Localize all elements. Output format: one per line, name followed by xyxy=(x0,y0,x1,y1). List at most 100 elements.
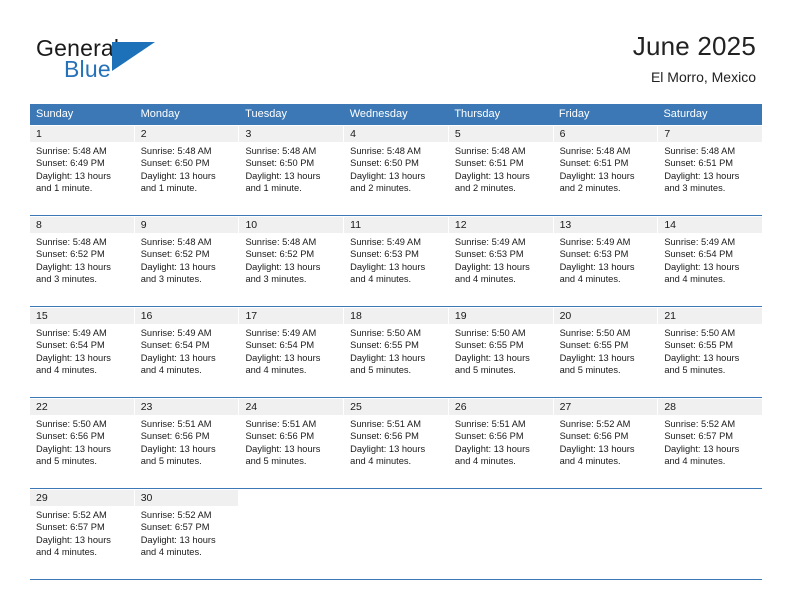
weekday-header-friday: Friday xyxy=(558,108,590,120)
day-cell[interactable]: 8 Sunrise: 5:48 AM Sunset: 6:52 PM Dayli… xyxy=(30,217,135,306)
day-cell[interactable]: 30 Sunrise: 5:52 AM Sunset: 6:57 PM Dayl… xyxy=(134,490,240,579)
daylight-text-line2: and 5 minutes. xyxy=(350,365,412,376)
day-number: 3 xyxy=(239,126,344,142)
calendar-week-row: 8 Sunrise: 5:48 AM Sunset: 6:52 PM Dayli… xyxy=(30,216,763,307)
sunrise-text: Sunrise: 5:49 AM xyxy=(559,237,631,247)
day-cell[interactable]: 22 Sunrise: 5:50 AM Sunset: 6:56 PM Dayl… xyxy=(30,399,135,488)
sunrise-text: Sunrise: 5:52 AM xyxy=(664,419,736,429)
day-cell[interactable]: 29 Sunrise: 5:52 AM Sunset: 6:57 PM Dayl… xyxy=(30,490,135,579)
sunrise-text: Sunrise: 5:51 AM xyxy=(350,419,421,429)
day-details: Sunrise: 5:51 AM Sunset: 6:56 PM Dayligh… xyxy=(239,415,343,468)
day-cell[interactable]: 25 Sunrise: 5:51 AM Sunset: 6:56 PM Dayl… xyxy=(344,399,449,488)
day-details: Sunrise: 5:50 AM Sunset: 6:56 PM Dayligh… xyxy=(30,415,134,468)
day-number: 14 xyxy=(658,217,763,233)
sunrise-text: Sunrise: 5:48 AM xyxy=(36,237,107,247)
daylight-text-line1: Daylight: 13 hours xyxy=(140,534,216,545)
day-number: 29 xyxy=(30,490,134,506)
sunset-text: Sunset: 6:54 PM xyxy=(664,249,734,260)
day-details: Sunrise: 5:51 AM Sunset: 6:56 PM Dayligh… xyxy=(135,415,239,468)
day-cell[interactable]: 7 Sunrise: 5:48 AM Sunset: 6:51 PM Dayli… xyxy=(658,126,763,215)
day-details: Sunrise: 5:52 AM Sunset: 6:57 PM Dayligh… xyxy=(30,506,134,559)
day-details: Sunrise: 5:48 AM Sunset: 6:52 PM Dayligh… xyxy=(135,233,239,286)
day-cell[interactable]: 20 Sunrise: 5:50 AM Sunset: 6:55 PM Dayl… xyxy=(553,308,659,397)
day-cell[interactable]: 13 Sunrise: 5:49 AM Sunset: 6:53 PM Dayl… xyxy=(553,217,659,306)
day-cell[interactable]: 1 Sunrise: 5:48 AM Sunset: 6:49 PM Dayli… xyxy=(30,126,135,215)
day-cell-empty xyxy=(658,490,763,579)
day-number: 2 xyxy=(134,126,239,142)
day-cell[interactable]: 5 Sunrise: 5:48 AM Sunset: 6:51 PM Dayli… xyxy=(448,126,554,215)
daylight-text-line1: Daylight: 13 hours xyxy=(350,170,426,181)
day-cell[interactable]: 16 Sunrise: 5:49 AM Sunset: 6:54 PM Dayl… xyxy=(134,308,240,397)
daylight-text-line2: and 1 minute. xyxy=(140,183,198,194)
calendar-week-row: 29 Sunrise: 5:52 AM Sunset: 6:57 PM Dayl… xyxy=(30,489,763,580)
day-details: Sunrise: 5:50 AM Sunset: 6:55 PM Dayligh… xyxy=(554,324,658,377)
day-details: Sunrise: 5:52 AM Sunset: 6:57 PM Dayligh… xyxy=(135,506,239,559)
sunrise-text: Sunrise: 5:51 AM xyxy=(140,419,212,429)
day-cell[interactable]: 19 Sunrise: 5:50 AM Sunset: 6:55 PM Dayl… xyxy=(448,308,554,397)
daylight-text-line1: Daylight: 13 hours xyxy=(664,443,740,454)
day-number: 19 xyxy=(448,308,553,324)
sunrise-text: Sunrise: 5:48 AM xyxy=(245,237,317,247)
day-cell[interactable]: 2 Sunrise: 5:48 AM Sunset: 6:50 PM Dayli… xyxy=(134,126,240,215)
day-cell[interactable]: 15 Sunrise: 5:49 AM Sunset: 6:54 PM Dayl… xyxy=(30,308,135,397)
daylight-text-line2: and 3 minutes. xyxy=(245,274,307,285)
day-number: 9 xyxy=(134,217,239,233)
brand-logo[interactable]: General Blue xyxy=(36,36,256,88)
day-cell[interactable]: 6 Sunrise: 5:48 AM Sunset: 6:51 PM Dayli… xyxy=(553,126,659,215)
day-cell[interactable]: 9 Sunrise: 5:48 AM Sunset: 6:52 PM Dayli… xyxy=(134,217,240,306)
sunrise-text: Sunrise: 5:48 AM xyxy=(664,146,736,156)
daylight-text-line1: Daylight: 13 hours xyxy=(245,261,321,272)
sunrise-text: Sunrise: 5:50 AM xyxy=(559,328,631,338)
day-cell[interactable]: 14 Sunrise: 5:49 AM Sunset: 6:54 PM Dayl… xyxy=(658,217,763,306)
day-cell[interactable]: 27 Sunrise: 5:52 AM Sunset: 6:56 PM Dayl… xyxy=(553,399,659,488)
day-details: Sunrise: 5:48 AM Sunset: 6:50 PM Dayligh… xyxy=(135,142,239,195)
weekday-header-saturday: Saturday xyxy=(663,108,708,120)
daylight-text-line1: Daylight: 13 hours xyxy=(559,443,635,454)
day-number: 24 xyxy=(239,399,344,415)
day-cell[interactable]: 26 Sunrise: 5:51 AM Sunset: 6:56 PM Dayl… xyxy=(448,399,554,488)
day-cell[interactable]: 3 Sunrise: 5:48 AM Sunset: 6:50 PM Dayli… xyxy=(239,126,345,215)
sunrise-text: Sunrise: 5:49 AM xyxy=(350,237,421,247)
day-cell[interactable]: 4 Sunrise: 5:48 AM Sunset: 6:50 PM Dayli… xyxy=(344,126,449,215)
day-cell[interactable]: 10 Sunrise: 5:48 AM Sunset: 6:52 PM Dayl… xyxy=(239,217,345,306)
day-cell[interactable]: 23 Sunrise: 5:51 AM Sunset: 6:56 PM Dayl… xyxy=(134,399,240,488)
daylight-text-line2: and 5 minutes. xyxy=(36,456,97,467)
daylight-text-line1: Daylight: 13 hours xyxy=(664,170,740,181)
day-number: 18 xyxy=(344,308,448,324)
daylight-text-line1: Daylight: 13 hours xyxy=(140,170,216,181)
day-number: 23 xyxy=(134,399,239,415)
sunset-text: Sunset: 6:53 PM xyxy=(350,249,419,260)
day-cell[interactable]: 11 Sunrise: 5:49 AM Sunset: 6:53 PM Dayl… xyxy=(344,217,449,306)
day-details: Sunrise: 5:51 AM Sunset: 6:56 PM Dayligh… xyxy=(449,415,553,468)
day-number xyxy=(448,490,553,506)
day-details: Sunrise: 5:50 AM Sunset: 6:55 PM Dayligh… xyxy=(658,324,762,377)
daylight-text-line1: Daylight: 13 hours xyxy=(454,352,530,363)
daylight-text-line2: and 2 minutes. xyxy=(454,183,516,194)
daylight-text-line2: and 2 minutes. xyxy=(350,183,412,194)
day-cell[interactable]: 28 Sunrise: 5:52 AM Sunset: 6:57 PM Dayl… xyxy=(658,399,763,488)
day-details: Sunrise: 5:48 AM Sunset: 6:50 PM Dayligh… xyxy=(344,142,448,195)
sunrise-text: Sunrise: 5:48 AM xyxy=(559,146,631,156)
daylight-text-line1: Daylight: 13 hours xyxy=(36,170,111,181)
sunrise-text: Sunrise: 5:51 AM xyxy=(245,419,317,429)
day-details: Sunrise: 5:48 AM Sunset: 6:51 PM Dayligh… xyxy=(658,142,762,195)
daylight-text-line1: Daylight: 13 hours xyxy=(350,443,426,454)
day-cell[interactable]: 21 Sunrise: 5:50 AM Sunset: 6:55 PM Dayl… xyxy=(658,308,763,397)
day-cell[interactable]: 24 Sunrise: 5:51 AM Sunset: 6:56 PM Dayl… xyxy=(239,399,345,488)
sunset-text: Sunset: 6:55 PM xyxy=(350,340,419,351)
sunrise-text: Sunrise: 5:52 AM xyxy=(140,510,212,520)
sunset-text: Sunset: 6:56 PM xyxy=(245,431,315,442)
sunset-text: Sunset: 6:53 PM xyxy=(454,249,524,260)
day-number: 25 xyxy=(344,399,448,415)
day-details: Sunrise: 5:50 AM Sunset: 6:55 PM Dayligh… xyxy=(449,324,553,377)
day-cell[interactable]: 12 Sunrise: 5:49 AM Sunset: 6:53 PM Dayl… xyxy=(448,217,554,306)
daylight-text-line1: Daylight: 13 hours xyxy=(36,443,111,454)
sunrise-text: Sunrise: 5:52 AM xyxy=(36,510,107,520)
day-number xyxy=(239,490,344,506)
sunset-text: Sunset: 6:56 PM xyxy=(559,431,629,442)
daylight-text-line2: and 4 minutes. xyxy=(350,456,412,467)
day-cell[interactable]: 18 Sunrise: 5:50 AM Sunset: 6:55 PM Dayl… xyxy=(344,308,449,397)
day-details: Sunrise: 5:52 AM Sunset: 6:57 PM Dayligh… xyxy=(658,415,762,468)
sunrise-text: Sunrise: 5:50 AM xyxy=(454,328,526,338)
day-cell[interactable]: 17 Sunrise: 5:49 AM Sunset: 6:54 PM Dayl… xyxy=(239,308,345,397)
